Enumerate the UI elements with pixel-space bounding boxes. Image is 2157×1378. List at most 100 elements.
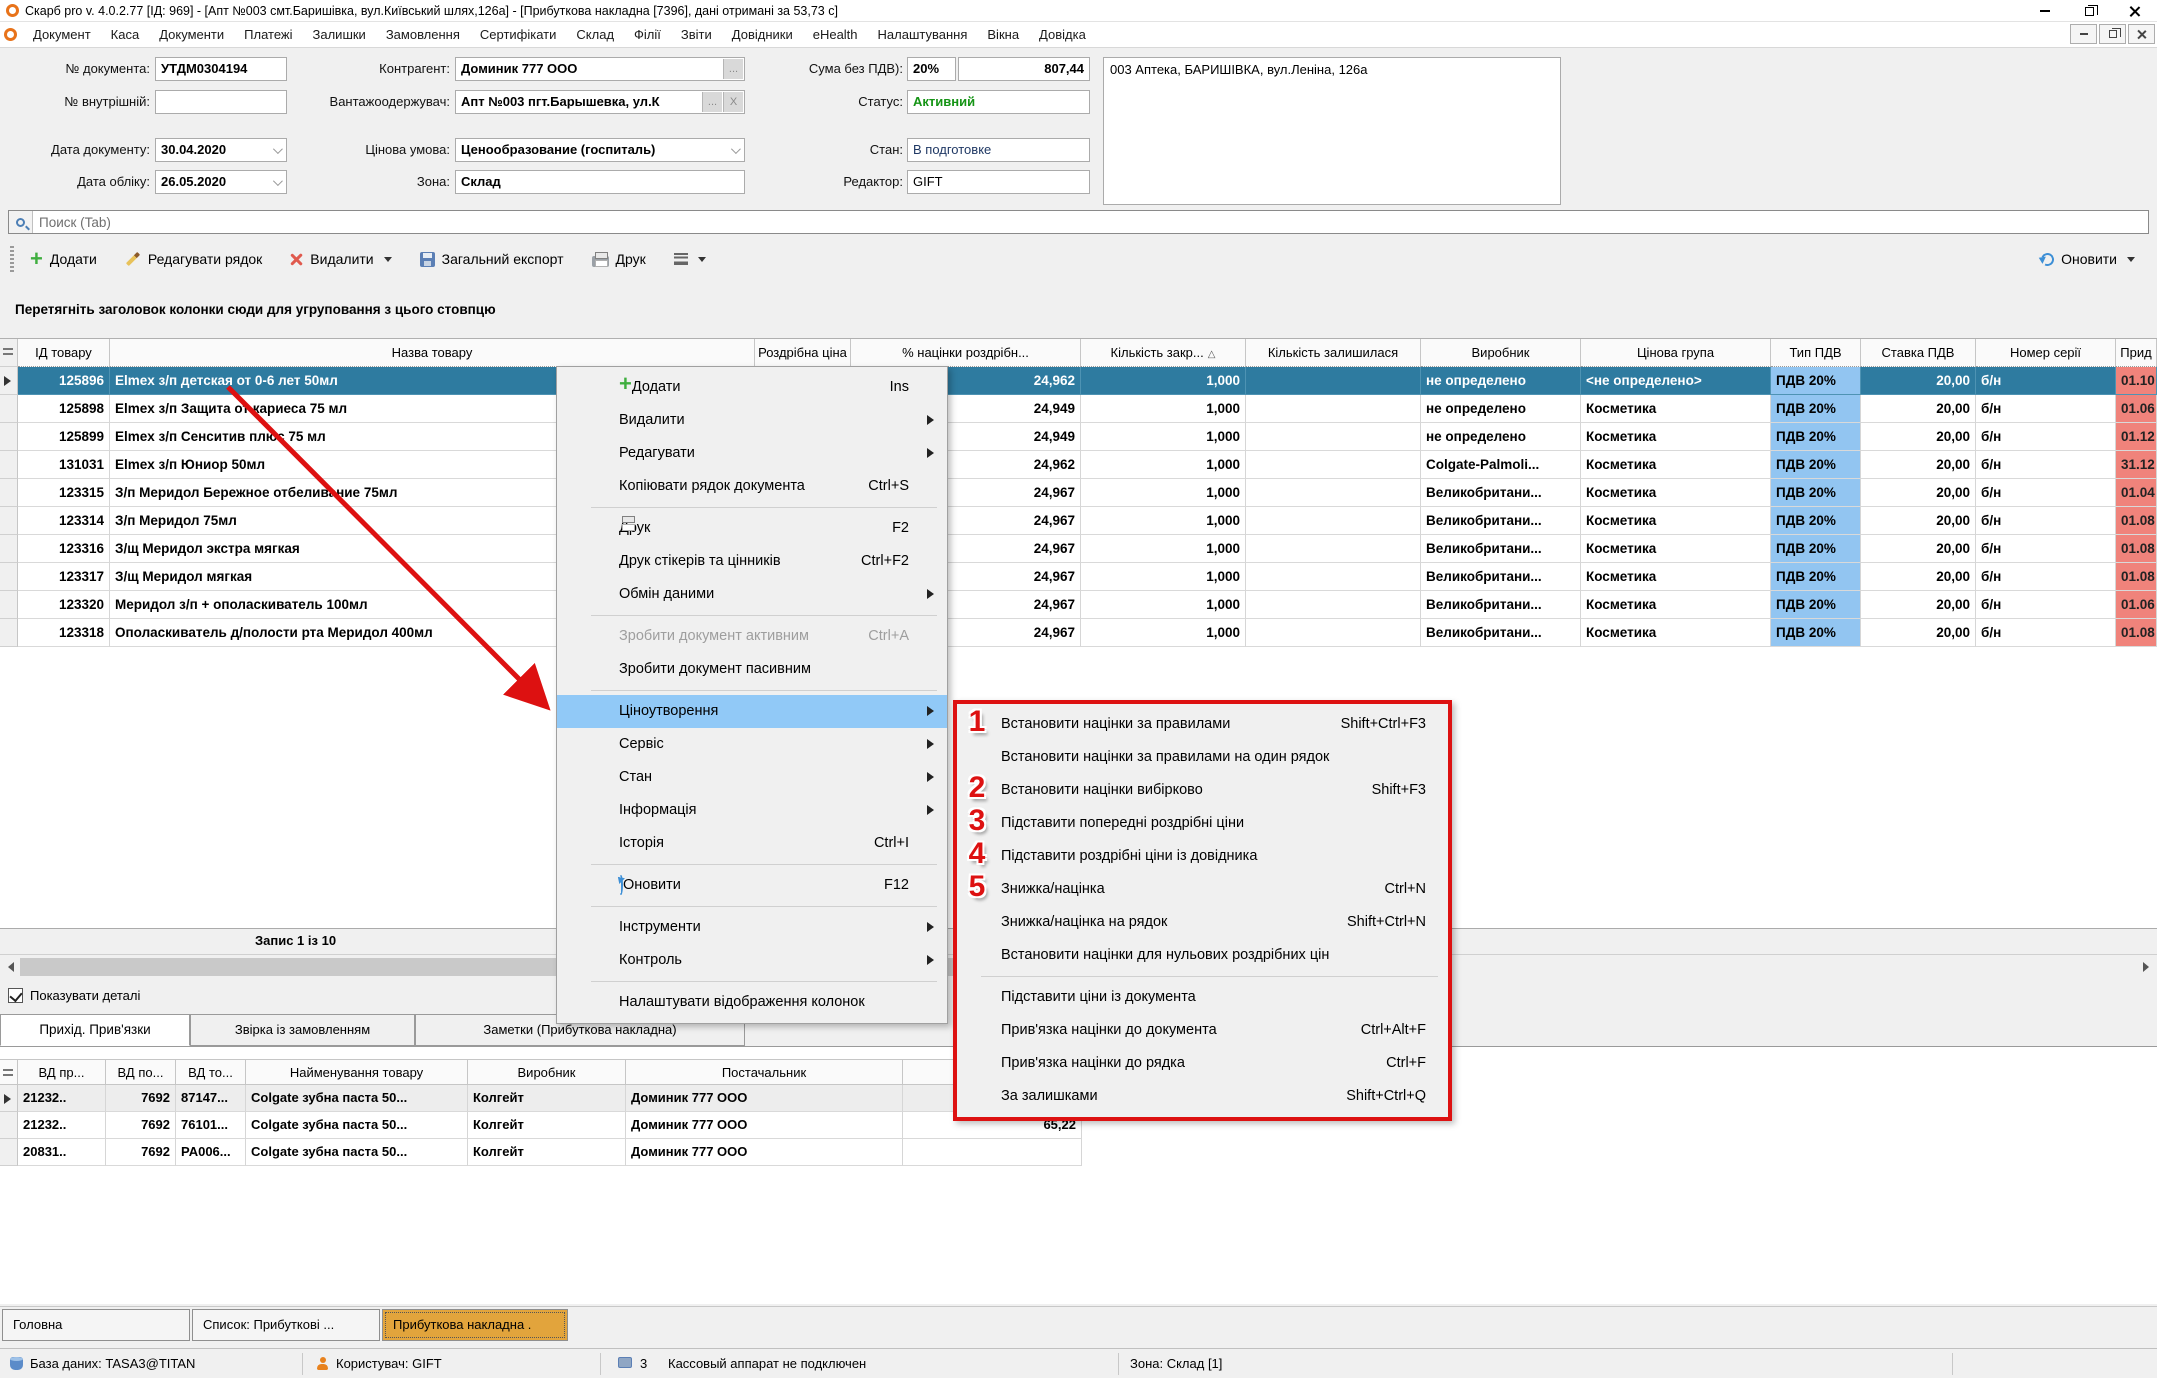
row-selector[interactable] bbox=[0, 591, 18, 619]
table-row[interactable]: 123315З/п Меридол Бережное отбеливание 7… bbox=[0, 479, 2157, 507]
tab-Звірка із замовленням[interactable]: Звірка із замовленням bbox=[190, 1014, 415, 1046]
submenu-item-Підставити попередні роздрібні ціни[interactable]: Підставити попередні роздрібні ціни bbox=[957, 807, 1448, 840]
menu-item-Стан[interactable]: Стан bbox=[557, 761, 947, 794]
menu-item-Оновити[interactable]: ОновитиF12 bbox=[557, 869, 947, 902]
field-3-col1[interactable]: 26.05.2020 bbox=[155, 170, 287, 194]
submenu-item-Прив'язка націнки до документа[interactable]: Прив'язка націнки до документаCtrl+Alt+F bbox=[957, 1014, 1448, 1047]
picker-button[interactable]: ... bbox=[702, 92, 722, 112]
field-3-col2[interactable]: Склад bbox=[455, 170, 745, 194]
menu-item-Обмін даними[interactable]: Обмін даними bbox=[557, 578, 947, 611]
submenu-item-Знижка/націнка на рядок[interactable]: Знижка/націнка на рядокShift+Ctrl+N bbox=[957, 906, 1448, 939]
row-selector[interactable] bbox=[0, 479, 18, 507]
column-header-Цінова група[interactable]: Цінова група bbox=[1581, 339, 1771, 367]
row-selector[interactable] bbox=[0, 423, 18, 451]
table-row[interactable]: 131031Elmex з/п Юниор 50мл24,9621,000Col… bbox=[0, 451, 2157, 479]
column-header-Роздрібна ціна[interactable]: Роздрібна ціна bbox=[755, 339, 851, 367]
column-header-ІД товару[interactable]: ІД товару bbox=[18, 339, 110, 367]
submenu-item-Встановити націнки за правилами[interactable]: Встановити націнки за правиламиShift+Ctr… bbox=[957, 708, 1448, 741]
grid-menu-icon[interactable] bbox=[3, 348, 13, 357]
menu-Звіти[interactable]: Звіти bbox=[671, 22, 722, 48]
column-header-Ставка ПДВ[interactable]: Ставка ПДВ bbox=[1861, 339, 1976, 367]
menu-Склад[interactable]: Склад bbox=[566, 22, 624, 48]
column-header-Прид[interactable]: Прид bbox=[2116, 339, 2157, 367]
table-row[interactable]: 125896Elmex з/п детская от 0-6 лет 50мл2… bbox=[0, 367, 2157, 395]
field-2-col3[interactable]: В подготовке bbox=[907, 138, 1090, 162]
tab-Прихід. Прив'язки[interactable]: Прихід. Прив'язки bbox=[0, 1014, 190, 1046]
menu-item-Друк стікерів та цінників[interactable]: Друк стікерів та цінниківCtrl+F2 bbox=[557, 545, 947, 578]
detail-column-header[interactable]: ВД пр... bbox=[18, 1059, 106, 1085]
field-1-col1[interactable] bbox=[155, 90, 287, 114]
menu-Платежі[interactable]: Платежі bbox=[234, 22, 302, 48]
toolbar-menu-button[interactable] bbox=[674, 253, 706, 265]
menu-item-Ціноутворення[interactable]: Ціноутворення bbox=[557, 695, 947, 728]
menu-item-Інструменти[interactable]: Інструменти bbox=[557, 911, 947, 944]
minimize-button[interactable] bbox=[2022, 0, 2067, 22]
row-selector[interactable] bbox=[0, 507, 18, 535]
field-0-col2[interactable]: Доминик 777 ООО... bbox=[455, 57, 745, 81]
show-details-toggle[interactable]: Показувати деталі bbox=[8, 984, 140, 1006]
grid-menu-icon[interactable] bbox=[3, 1069, 13, 1078]
menu-item-Додати[interactable]: +ДодатиIns bbox=[557, 371, 947, 404]
submenu-item-Встановити націнки для нульових роздрібних цін[interactable]: Встановити націнки для нульових роздрібн… bbox=[957, 939, 1448, 972]
detail-table-row[interactable]: 20831..7692PA006...Colgate зубна паста 5… bbox=[0, 1139, 2157, 1166]
menu-item-Налаштувати відображення колонок[interactable]: Налаштувати відображення колонок bbox=[557, 986, 947, 1019]
chevron-down-icon[interactable] bbox=[731, 144, 741, 154]
toolbar-Видалити-button[interactable]: Видалити bbox=[290, 251, 391, 267]
menu-Вікна[interactable]: Вікна bbox=[977, 22, 1029, 48]
menu-eHealth[interactable]: eHealth bbox=[803, 22, 868, 48]
window-tab-Головна[interactable]: Головна bbox=[2, 1309, 190, 1341]
column-header-Виробник[interactable]: Виробник bbox=[1421, 339, 1581, 367]
mdi-minimize-button[interactable] bbox=[2070, 24, 2097, 44]
table-row[interactable]: 123317З/щ Меридол мягкая24,9671,000Велик… bbox=[0, 563, 2157, 591]
column-header-Кількість закр...[interactable]: Кількість закр...△ bbox=[1081, 339, 1246, 367]
toolbar-Загальний експорт-button[interactable]: Загальний експорт bbox=[420, 251, 564, 267]
submenu-item-За залишками[interactable]: За залишкамиShift+Ctrl+Q bbox=[957, 1080, 1448, 1113]
picker-button[interactable]: X bbox=[723, 92, 743, 112]
chevron-down-icon[interactable] bbox=[273, 144, 283, 154]
menu-Довідка[interactable]: Довідка bbox=[1029, 22, 1096, 48]
search-button[interactable] bbox=[9, 211, 33, 233]
search-input[interactable] bbox=[33, 212, 2148, 232]
menu-Замовлення[interactable]: Замовлення bbox=[376, 22, 470, 48]
submenu-item-Встановити націнки за правилами на один рядок[interactable]: Встановити націнки за правилами на один … bbox=[957, 741, 1448, 774]
column-header-% націнки роздрібн...[interactable]: % націнки роздрібн... bbox=[851, 339, 1081, 367]
row-selector[interactable] bbox=[0, 535, 18, 563]
table-row[interactable]: 123320Меридол з/п + ополаскиватель 100мл… bbox=[0, 591, 2157, 619]
refresh-button[interactable]: Оновити bbox=[2041, 240, 2135, 278]
submenu-item-Підставити роздрібні ціни із довідника[interactable]: Підставити роздрібні ціни із довідника bbox=[957, 840, 1448, 873]
menu-item-Редагувати[interactable]: Редагувати bbox=[557, 437, 947, 470]
submenu-item-Прив'язка націнки до рядка[interactable]: Прив'язка націнки до рядкаCtrl+F bbox=[957, 1047, 1448, 1080]
menu-Довідники[interactable]: Довідники bbox=[722, 22, 803, 48]
vat-percent[interactable]: 20% bbox=[907, 57, 956, 81]
column-header-Кількість залишилася[interactable]: Кількість залишилася bbox=[1246, 339, 1421, 367]
field-1-col3[interactable]: Активний bbox=[907, 90, 1090, 114]
field-0-col1[interactable]: УТДМ0304194 bbox=[155, 57, 287, 81]
mdi-restore-button[interactable] bbox=[2099, 24, 2126, 44]
row-selector[interactable] bbox=[0, 1085, 18, 1112]
table-row[interactable]: 123314З/п Меридол 75мл24,9671,000Великоб… bbox=[0, 507, 2157, 535]
table-row[interactable]: 125899Elmex з/п Сенситив плюс 75 мл24,94… bbox=[0, 423, 2157, 451]
submenu-item-Знижка/націнка[interactable]: Знижка/націнкаCtrl+N bbox=[957, 873, 1448, 906]
row-selector[interactable] bbox=[0, 451, 18, 479]
menu-Сертифікати[interactable]: Сертифікати bbox=[470, 22, 567, 48]
submenu-item-Підставити ціни із документа[interactable]: Підставити ціни із документа bbox=[957, 981, 1448, 1014]
row-selector[interactable] bbox=[0, 1112, 18, 1139]
menu-Документ[interactable]: Документ bbox=[23, 22, 101, 48]
menu-Документи[interactable]: Документи bbox=[149, 22, 234, 48]
field-2-col1[interactable]: 30.04.2020 bbox=[155, 138, 287, 162]
toolbar-Друк-button[interactable]: Друк bbox=[592, 251, 646, 267]
toolbar-Редагувати рядок-button[interactable]: Редагувати рядок bbox=[125, 251, 262, 267]
menu-Налаштування[interactable]: Налаштування bbox=[868, 22, 978, 48]
menu-Каса[interactable]: Каса bbox=[101, 22, 150, 48]
field-2-col2[interactable]: Ценообразование (госпиталь) bbox=[455, 138, 745, 162]
menu-item-Зробити документ активним[interactable]: Зробити документ активнимCtrl+A bbox=[557, 620, 947, 653]
row-selector[interactable] bbox=[0, 1139, 18, 1166]
checkbox-checked-icon[interactable] bbox=[8, 988, 23, 1003]
detail-column-header[interactable]: Найменування товару bbox=[246, 1059, 468, 1085]
close-button[interactable] bbox=[2112, 0, 2157, 22]
detail-column-header[interactable]: ВД по... bbox=[106, 1059, 176, 1085]
menu-item-Видалити[interactable]: Видалити bbox=[557, 404, 947, 437]
toolbar-grip[interactable] bbox=[10, 246, 14, 272]
column-header-Тип ПДВ[interactable]: Тип ПДВ bbox=[1771, 339, 1861, 367]
column-header-Назва товару[interactable]: Назва товару bbox=[110, 339, 755, 367]
